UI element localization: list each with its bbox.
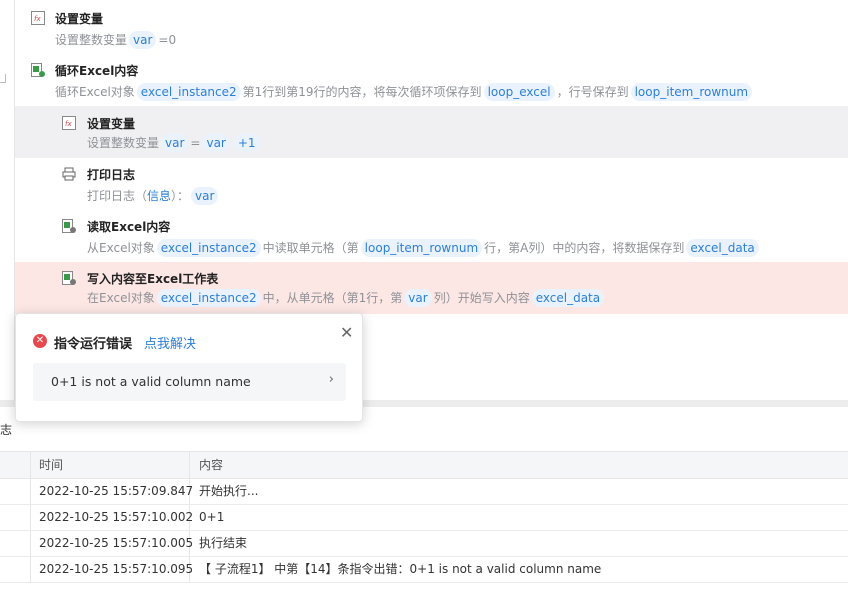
step-set-variable-2[interactable]: fx 设置变量 设置整数变量 var = var +1 (15, 106, 848, 158)
row-content: 开始执行... (199, 484, 259, 498)
step-write-excel[interactable]: 写入内容至Excel工作表 在Excel对象 excel_instance2 中，从… (15, 262, 848, 314)
header-cell-index (0, 452, 31, 478)
desc-text: 设置整数变量 (87, 136, 160, 150)
excel-write-icon (62, 271, 76, 285)
table-row[interactable]: 2022-10-25 15:57:10.005 执行结束 (0, 531, 848, 557)
step-desc: 从Excel对象 excel_instance2 中读取单元格（第 loop_item… (87, 239, 761, 257)
log-panel-label: 志 (0, 423, 13, 437)
svg-text:fx: fx (65, 120, 72, 128)
var-tag: var (404, 289, 432, 307)
excel-data-tag: excel_data (531, 289, 605, 307)
table-row[interactable]: 2022-10-25 15:57:10.095 【 子流程1】 中第【14】条指… (0, 557, 848, 583)
var-tag: var (161, 134, 189, 152)
step-title: 设置变量 (55, 12, 104, 26)
var-tag: var (202, 134, 230, 152)
step-title: 设置变量 (87, 117, 136, 131)
desc-text: 打印日志（ (87, 189, 148, 203)
step-loop-excel[interactable]: 循环Excel内容 循环Excel对象 excel_instance2 第1行到第1… (15, 58, 848, 110)
table-row[interactable]: 2022-10-25 15:57:09.847 开始执行... (0, 479, 848, 505)
row-time: 2022-10-25 15:57:10.005 (30, 531, 193, 556)
fix-link[interactable]: 点我解决 (144, 333, 196, 352)
variable-icon: fx (31, 11, 45, 25)
excel-instance-tag: excel_instance2 (156, 239, 261, 257)
step-title: 循环Excel内容 (55, 64, 139, 78)
error-icon: ✕ (33, 334, 47, 348)
row-time: 2022-10-25 15:57:09.847 (30, 479, 193, 504)
table-row[interactable]: 2022-10-25 15:57:10.002 0+1 (0, 505, 848, 531)
log-table: 时间 内容 2022-10-25 15:57:09.847 开始执行... 20… (0, 451, 848, 583)
excel-read-icon (62, 219, 76, 233)
row-index-cell (0, 505, 31, 530)
excel-loop-icon (31, 63, 45, 77)
header-content: 内容 (199, 458, 224, 472)
desc-text: 在Excel对象 (87, 291, 155, 305)
step-desc: 在Excel对象 excel_instance2 中，从单元格（第1行，第 var 列）… (87, 289, 606, 307)
value-tag: +1 (233, 134, 260, 152)
desc-text: 列）开始写入内容 (433, 291, 530, 305)
step-title: 打印日志 (87, 168, 136, 182)
desc-text: =0 (158, 33, 177, 47)
loop-excel-tag: loop_excel (483, 83, 555, 101)
excel-instance-tag: excel_instance2 (156, 289, 261, 307)
desc-text: 行，第A列）中的内容，将数据保存到 (484, 241, 685, 255)
row-content: 【 子流程1】 中第【14】条指令出错：0+1 is not a valid c… (199, 562, 602, 576)
step-read-excel[interactable]: 读取Excel内容 从Excel对象 excel_instance2 中读取单元格（… (15, 214, 848, 266)
error-popup: ✕ 指令运行错误 点我解决 ✕ 0+1 is not a valid colum… (15, 313, 363, 422)
step-print-log[interactable]: 打印日志 打印日志（信息）： var (15, 162, 848, 214)
collapse-toggle-icon[interactable] (0, 74, 6, 83)
desc-text: = (190, 136, 201, 150)
printer-icon (62, 167, 76, 181)
svg-text:fx: fx (34, 15, 41, 23)
error-message-box[interactable]: 0+1 is not a valid column name › (33, 363, 346, 401)
variable-icon: fx (62, 116, 76, 130)
log-level: 信息 (147, 189, 172, 203)
step-title: 读取Excel内容 (87, 220, 171, 234)
rownum-tag: loop_item_rownum (360, 239, 483, 257)
row-time: 2022-10-25 15:57:10.095 (30, 557, 193, 582)
excel-instance-tag: excel_instance2 (136, 83, 241, 101)
row-index-cell (0, 479, 31, 504)
desc-text: 中读取单元格（第 (262, 241, 359, 255)
log-table-header: 时间 内容 (0, 451, 848, 479)
desc-text: 从Excel对象 (87, 241, 155, 255)
excel-data-tag: excel_data (686, 239, 759, 257)
step-desc: 循环Excel对象 excel_instance2 第1行到第19行的内容，将每次循… (55, 83, 754, 101)
var-tag: var (191, 187, 219, 205)
desc-text: 中，从单元格（第1行，第 (262, 291, 403, 305)
error-title: 指令运行错误 (54, 337, 133, 352)
error-message: 0+1 is not a valid column name (51, 374, 251, 389)
desc-text: ）： (171, 189, 190, 203)
step-desc: 设置整数变量 var =0 (55, 31, 176, 49)
row-index-cell (0, 557, 31, 582)
row-index-cell (0, 531, 31, 556)
step-desc: 打印日志（信息）： var (87, 187, 220, 205)
row-time: 2022-10-25 15:57:10.002 (30, 505, 193, 530)
chevron-right-icon: › (328, 372, 334, 387)
desc-text: 第1行到第19行的内容，将每次循环项保存到 (242, 85, 482, 99)
step-desc: 设置整数变量 var = var +1 (87, 134, 262, 152)
var-tag: var (129, 31, 157, 49)
step-title: 写入内容至Excel工作表 (87, 272, 219, 286)
row-content: 0+1 (199, 510, 225, 524)
row-content: 执行结束 (199, 536, 248, 550)
desc-text: 设置整数变量 (55, 33, 128, 47)
step-set-variable-1[interactable]: fx 设置变量 设置整数变量 var =0 (15, 6, 848, 58)
close-icon[interactable]: ✕ (340, 323, 353, 342)
header-time: 时间 (30, 452, 190, 478)
desc-text: ，行号保存到 (556, 85, 629, 99)
rownum-tag: loop_item_rownum (630, 83, 753, 101)
desc-text: 循环Excel对象 (55, 85, 135, 99)
